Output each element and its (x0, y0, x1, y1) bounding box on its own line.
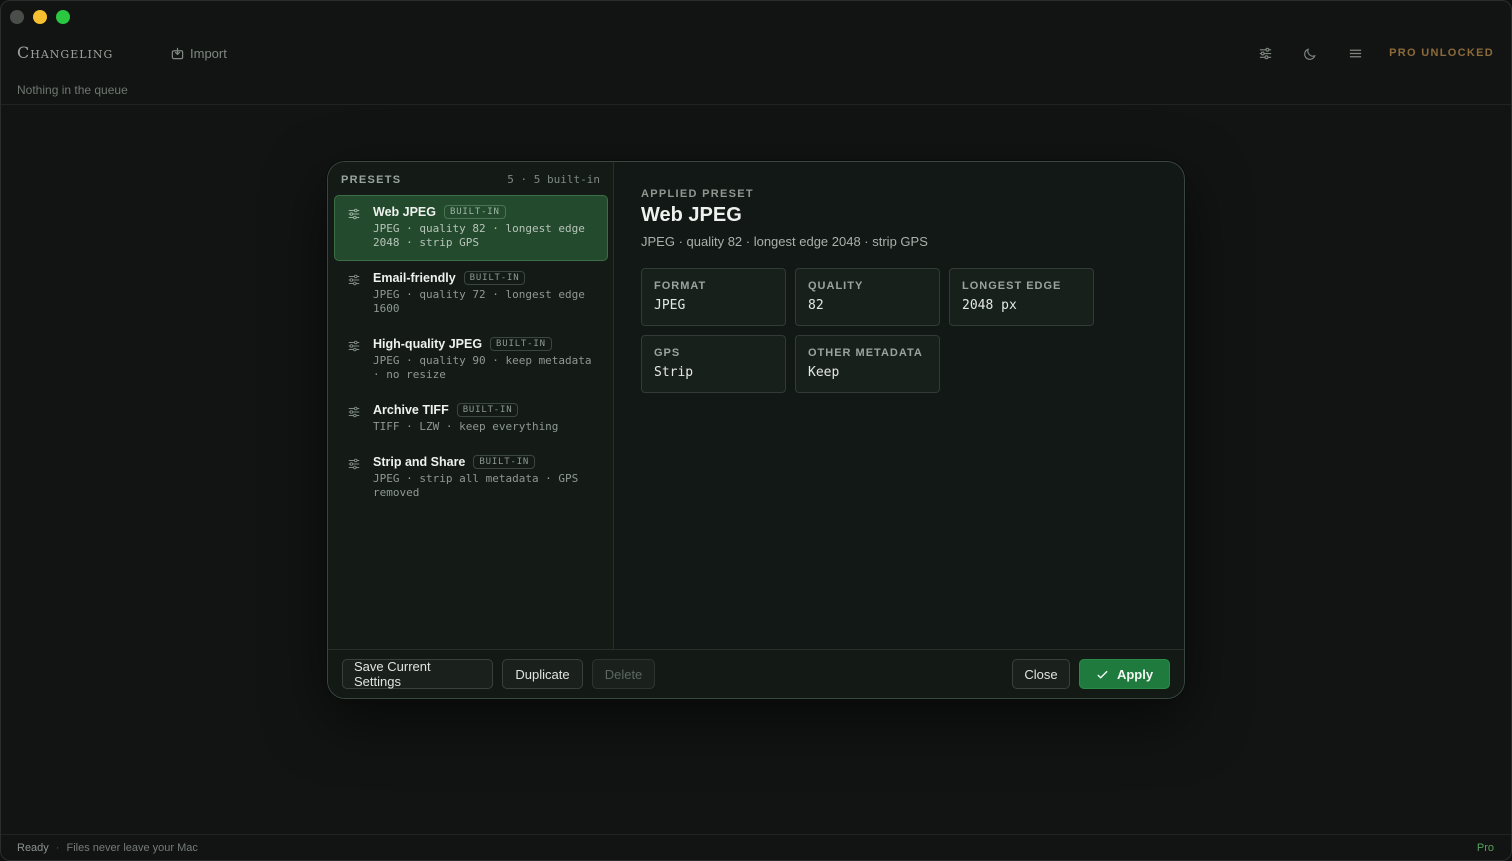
presets-count: 5 · 5 built-in (507, 173, 600, 186)
status-privacy: Files never leave your Mac (66, 841, 198, 854)
built-in-badge: BUILT-IN (463, 271, 526, 285)
card-value: Strip (654, 365, 694, 380)
delete-button[interactable]: Delete (592, 659, 655, 689)
card-label: GPS (654, 347, 681, 359)
built-in-badge: BUILT-IN (473, 455, 536, 469)
queue-status: Nothing in the queue (17, 83, 128, 97)
card-label: OTHER METADATA (808, 347, 923, 359)
card-value: Keep (808, 365, 840, 380)
preset-description: TIFF · LZW · keep everything (373, 420, 559, 433)
other-metadata-card: OTHER METADATA Keep (795, 335, 940, 393)
import-icon (171, 47, 184, 60)
preset-title-row: Web JPEG BUILT-IN (373, 205, 597, 219)
built-in-badge: BUILT-IN (443, 205, 506, 219)
apply-button[interactable]: Apply (1079, 659, 1170, 689)
sliders-icon (348, 274, 360, 286)
duplicate-button[interactable]: Duplicate (502, 659, 583, 689)
moon-icon (1303, 47, 1316, 60)
card-value: 2048 px (962, 298, 1017, 313)
preset-item-high-quality-jpeg[interactable]: High-quality JPEG BUILT-IN JPEG · qualit… (334, 327, 608, 393)
menu-icon (1349, 49, 1361, 57)
card-label: QUALITY (808, 280, 864, 292)
window-minimize-button[interactable] (33, 10, 47, 24)
pro-status-badge: PRO UNLOCKED (1389, 47, 1494, 59)
format-card: FORMAT JPEG (641, 268, 786, 326)
preset-item-strip-and-share[interactable]: Strip and Share BUILT-IN JPEG · strip al… (334, 445, 608, 511)
status-separator: · (55, 841, 60, 854)
preset-name: Archive TIFF (373, 403, 449, 417)
built-in-badge: BUILT-IN (490, 337, 552, 351)
dialog-footer: Save Current Settings Duplicate Delete C… (328, 649, 1184, 698)
window-maximize-button[interactable] (56, 10, 70, 24)
sliders-icon (348, 406, 360, 418)
preset-title-row: Strip and Share BUILT-IN (373, 455, 597, 469)
preset-description: JPEG · quality 90 · keep metadata · no r… (373, 354, 592, 381)
import-label: Import (190, 46, 227, 61)
detail-kicker: APPLIED PRESET (641, 188, 754, 200)
built-in-badge: BUILT-IN (456, 403, 519, 417)
gps-card: GPS Strip (641, 335, 786, 393)
header-divider (1, 104, 1511, 105)
preset-name: Strip and Share (373, 455, 466, 469)
presets-title: PRESETS (341, 173, 402, 186)
status-bar: Ready · Files never leave your Mac Pro (1, 834, 1511, 860)
sliders-icon (1259, 47, 1271, 59)
preset-title-row: High-quality JPEG BUILT-IN (373, 337, 597, 351)
status-ready: Ready (17, 841, 49, 854)
preset-description: JPEG · quality 72 · longest edge 1600 (373, 288, 585, 315)
preset-name: High-quality JPEG (373, 337, 483, 351)
preset-description: JPEG · strip all metadata · GPS removed (373, 472, 579, 499)
preset-item-web-jpeg[interactable]: Web JPEG BUILT-IN JPEG · quality 82 · lo… (334, 195, 608, 261)
presets-sidebar: PRESETS 5 · 5 built-in Web JPEG BUILT-IN… (328, 162, 614, 651)
card-label: FORMAT (654, 280, 707, 292)
presets-header: PRESETS 5 · 5 built-in (341, 173, 600, 186)
toolbar: Changeling Import PRO UNLOCKED (1, 39, 1511, 69)
close-button[interactable]: Close (1012, 659, 1070, 689)
window-close-button[interactable] (10, 10, 24, 24)
card-value: 82 (808, 298, 824, 313)
preset-item-archive-tiff[interactable]: Archive TIFF BUILT-IN TIFF · LZW · keep … (334, 393, 608, 445)
quality-card: QUALITY 82 (795, 268, 940, 326)
preset-detail: APPLIED PRESET Web JPEG JPEG · quality 8… (641, 188, 1164, 393)
presets-toolbar-button[interactable] (1253, 41, 1277, 65)
preset-description: JPEG · quality 82 · longest edge 2048 · … (373, 222, 585, 249)
sliders-icon (348, 340, 360, 352)
preset-list: Web JPEG BUILT-IN JPEG · quality 82 · lo… (334, 195, 608, 511)
apply-label: Apply (1116, 666, 1154, 682)
status-plan: Pro (1476, 841, 1494, 854)
window-controls (10, 10, 70, 24)
preset-item-email-friendly[interactable]: Email-friendly BUILT-IN JPEG · quality 7… (334, 261, 608, 327)
save-current-settings-button[interactable]: Save Current Settings (342, 659, 493, 689)
menu-button[interactable] (1343, 41, 1367, 65)
detail-cards: FORMAT JPEG QUALITY 82 LONGEST EDGE 2048… (641, 268, 1164, 393)
preset-name: Web JPEG (373, 205, 436, 219)
preset-title-row: Email-friendly BUILT-IN (373, 271, 597, 285)
presets-dialog: PRESETS 5 · 5 built-in Web JPEG BUILT-IN… (327, 161, 1185, 699)
detail-description: JPEG · quality 82 · longest edge 2048 · … (641, 234, 928, 249)
longest-edge-card: LONGEST EDGE 2048 px (949, 268, 1094, 326)
detail-title: Web JPEG (641, 204, 742, 226)
app-title: Changeling (17, 43, 114, 62)
preset-name: Email-friendly (373, 271, 456, 285)
import-button[interactable]: Import (171, 46, 227, 61)
preset-title-row: Archive TIFF BUILT-IN (373, 403, 597, 417)
card-value: JPEG (654, 298, 686, 313)
sliders-icon (348, 208, 360, 220)
card-label: LONGEST EDGE (962, 280, 1062, 292)
sliders-icon (348, 458, 360, 470)
checkmark-icon (1097, 670, 1108, 679)
toolbar-right: PRO UNLOCKED (1253, 41, 1511, 65)
theme-toggle-button[interactable] (1298, 41, 1322, 65)
